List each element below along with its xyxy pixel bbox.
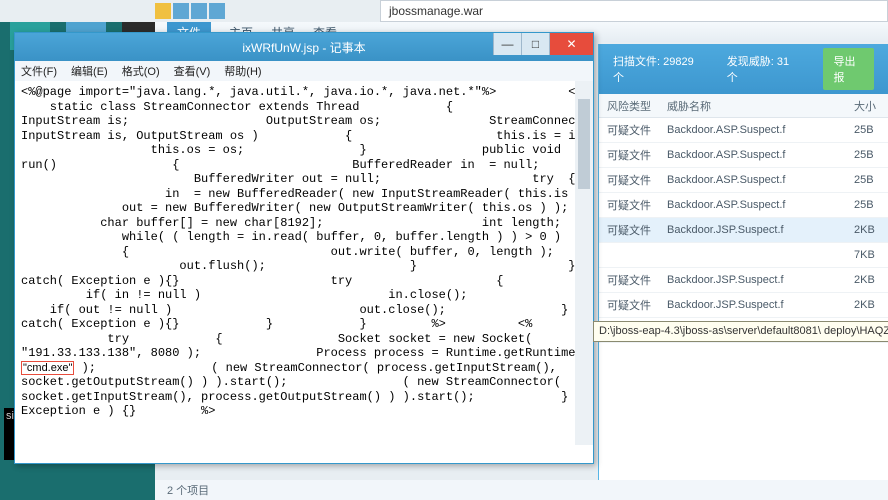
cell-size: 2KB: [846, 224, 888, 236]
cell-name: Backdoor.JSP.Suspect.f: [659, 299, 846, 311]
cell-risk: 可疑文件: [599, 147, 659, 163]
menu-file[interactable]: 文件(F): [21, 63, 57, 79]
address-text: jbossmanage.war: [389, 4, 483, 18]
menu-edit[interactable]: 编辑(E): [71, 63, 108, 79]
tooltip: D:\jboss-eap-4.3\jboss-as\server\default…: [593, 321, 888, 342]
export-button[interactable]: 导出报: [823, 48, 874, 90]
menu-format[interactable]: 格式(O): [122, 63, 160, 79]
toolbar-icon[interactable]: [191, 3, 207, 19]
notepad-window[interactable]: ixWRfUnW.jsp - 记事本 ― □ ✕ 文件(F) 编辑(E) 格式(…: [14, 32, 594, 464]
col-size[interactable]: 大小: [846, 98, 888, 114]
cell-risk: 可疑文件: [599, 197, 659, 213]
cell-risk: 可疑文件: [599, 122, 659, 138]
cell-risk: 可疑文件: [599, 297, 659, 313]
table-row[interactable]: 可疑文件Backdoor.JSP.Suspect.f2KB: [599, 293, 888, 318]
explorer-statusbar: 2 个项目: [155, 480, 888, 500]
item-count: 2 个项目: [167, 482, 209, 498]
cell-risk: 可疑文件: [599, 222, 659, 238]
col-name[interactable]: 威胁名称: [659, 98, 846, 114]
col-risk[interactable]: 风险类型: [599, 98, 659, 114]
scan-files-label: 扫描文件: 29829 个: [613, 53, 701, 85]
notepad-title: ixWRfUnW.jsp - 记事本: [242, 39, 365, 56]
cell-size: 2KB: [846, 274, 888, 286]
scrollbar-thumb[interactable]: [578, 99, 590, 189]
notepad-menubar: 文件(F) 编辑(E) 格式(O) 查看(V) 帮助(H): [15, 61, 593, 81]
cell-name: Backdoor.ASP.Suspect.f: [659, 149, 846, 161]
cell-name: Backdoor.ASP.Suspect.f: [659, 199, 846, 211]
cell-size: 7KB: [846, 249, 888, 261]
table-row[interactable]: 可疑文件Backdoor.ASP.Suspect.f25B: [599, 143, 888, 168]
cell-size: 2KB: [846, 299, 888, 311]
notepad-textarea[interactable]: <%@page import="java.lang.*, java.util.*…: [15, 81, 575, 463]
menu-help[interactable]: 帮助(H): [224, 63, 261, 79]
maximize-button[interactable]: □: [521, 33, 549, 55]
table-row[interactable]: 可疑文件Backdoor.JSP.Suspect.f2KB: [599, 218, 888, 243]
address-bar[interactable]: jbossmanage.war: [380, 0, 888, 22]
cell-size: 25B: [846, 174, 888, 186]
table-row[interactable]: 可疑文件Backdoor.ASP.Suspect.f25B: [599, 168, 888, 193]
cell-size: 25B: [846, 199, 888, 211]
cell-name: Backdoor.JSP.Suspect.f: [659, 274, 846, 286]
notepad-titlebar[interactable]: ixWRfUnW.jsp - 记事本 ― □ ✕: [15, 33, 593, 61]
scrollbar-vertical[interactable]: [575, 81, 593, 445]
cell-risk: 可疑文件: [599, 172, 659, 188]
table-row[interactable]: 7KB: [599, 243, 888, 268]
folder-icon: [155, 3, 171, 19]
table-header: 风险类型 威胁名称 大小: [599, 94, 888, 118]
table-body: 可疑文件Backdoor.ASP.Suspect.f25B可疑文件Backdoo…: [599, 118, 888, 343]
scan-panel: 扫描文件: 29829 个 发现威胁: 31 个 导出报 风险类型 威胁名称 大…: [598, 44, 888, 500]
minimize-button[interactable]: ―: [493, 33, 521, 55]
cell-name: Backdoor.ASP.Suspect.f: [659, 124, 846, 136]
table-row[interactable]: 可疑文件Backdoor.ASP.Suspect.f25B: [599, 118, 888, 143]
cell-size: 25B: [846, 124, 888, 136]
table-row[interactable]: 可疑文件Backdoor.JSP.Suspect.f2KB: [599, 268, 888, 293]
cell-name: Backdoor.JSP.Suspect.f: [659, 224, 846, 236]
cell-risk: 可疑文件: [599, 272, 659, 288]
toolbar-icon[interactable]: [209, 3, 225, 19]
table-row[interactable]: 可疑文件Backdoor.ASP.Suspect.f25B: [599, 193, 888, 218]
menu-view[interactable]: 查看(V): [174, 63, 211, 79]
panel-header: 扫描文件: 29829 个 发现威胁: 31 个 导出报: [599, 44, 888, 94]
close-button[interactable]: ✕: [549, 33, 593, 55]
toolbar-icon[interactable]: [173, 3, 189, 19]
cell-name: Backdoor.ASP.Suspect.f: [659, 174, 846, 186]
cell-size: 25B: [846, 149, 888, 161]
threats-label: 发现威胁: 31 个: [727, 53, 798, 85]
